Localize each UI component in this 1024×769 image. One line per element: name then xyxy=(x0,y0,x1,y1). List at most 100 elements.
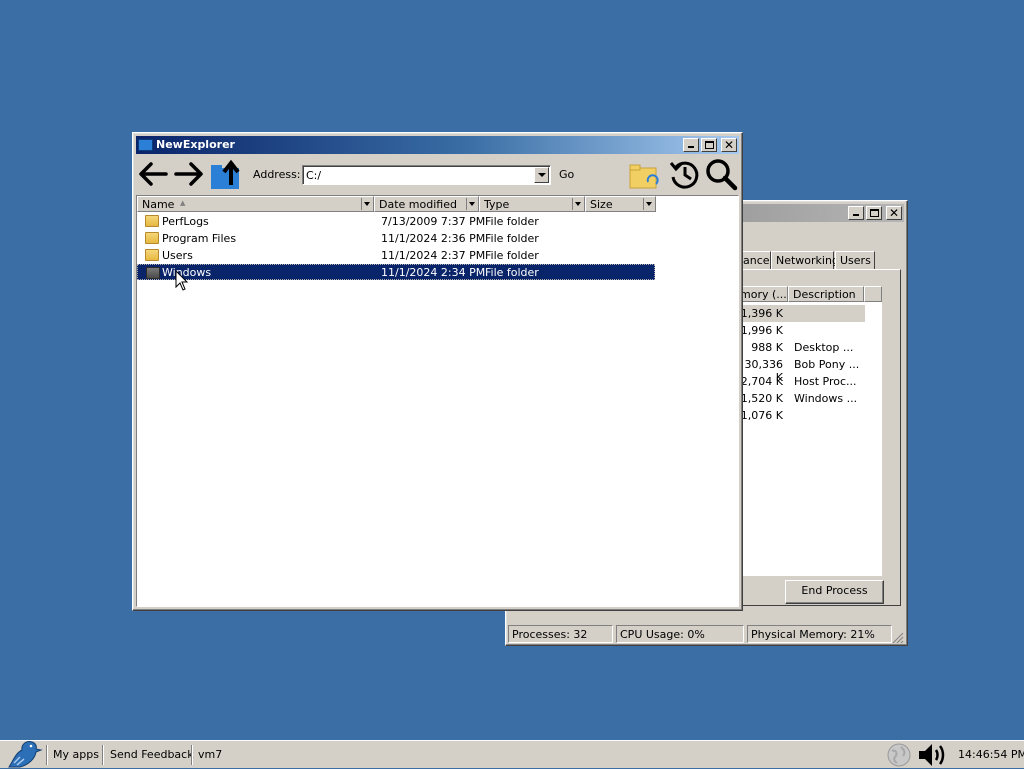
history-icon[interactable] xyxy=(668,157,702,191)
file-row[interactable]: Program Files 11/1/2024 2:36 PM File fol… xyxy=(137,230,655,246)
column-type[interactable]: Type xyxy=(479,196,585,212)
file-list[interactable]: Name ▲ Date modified Type Size PerfLogs … xyxy=(136,195,739,607)
process-row[interactable]: 1,076 K xyxy=(740,407,865,424)
file-date: 7/13/2009 7:37 PM xyxy=(381,215,486,228)
tab-label: ance xyxy=(743,254,770,267)
end-process-button[interactable]: End Process xyxy=(785,580,884,604)
folder-icon xyxy=(145,232,159,244)
end-process-label: End Process xyxy=(801,584,868,597)
minimize-button[interactable] xyxy=(683,138,699,152)
tab-users[interactable]: Users xyxy=(835,251,875,269)
process-row[interactable]: 2,704 K Host Proc... xyxy=(740,373,865,390)
process-description: Host Proc... xyxy=(794,375,857,388)
address-dropdown-button[interactable] xyxy=(534,167,549,183)
column-type-label: Type xyxy=(484,198,510,211)
maximize-icon xyxy=(870,209,879,217)
maximize-button[interactable] xyxy=(866,206,882,220)
column-date-dropdown[interactable] xyxy=(466,198,477,210)
file-date: 11/1/2024 2:37 PM xyxy=(381,249,486,262)
process-memory: 1,996 K xyxy=(740,324,783,337)
sort-ascending-icon: ▲ xyxy=(180,199,186,207)
column-description[interactable]: Description xyxy=(788,286,864,302)
process-row[interactable]: 1,996 K xyxy=(740,322,865,339)
file-date: 11/1/2024 2:34 PM xyxy=(381,266,486,279)
bird-logo-icon[interactable] xyxy=(6,739,44,769)
process-memory: 988 K xyxy=(751,341,783,354)
file-type: File folder xyxy=(485,215,539,228)
explorer-toolbar: Address: C:/ Go xyxy=(136,155,739,195)
status-processes-text: Processes: 32 xyxy=(512,628,588,641)
file-name: PerfLogs xyxy=(162,215,209,228)
column-size[interactable]: Size xyxy=(585,196,656,212)
close-button[interactable]: ✕ xyxy=(721,138,737,152)
file-row-selected[interactable]: Windows 11/1/2024 2:34 PM File folder xyxy=(137,264,655,280)
process-row[interactable]: 1,396 K xyxy=(740,305,865,322)
folder-icon xyxy=(146,267,160,279)
file-name: Program Files xyxy=(162,232,237,245)
maximize-icon xyxy=(705,141,714,149)
column-name[interactable]: Name ▲ xyxy=(137,196,374,212)
explorer-window[interactable]: NewExplorer ✕ Address: C:/ Go Name ▲ Dat… xyxy=(132,132,743,611)
column-name-dropdown[interactable] xyxy=(361,198,372,210)
process-memory: 1,396 K xyxy=(740,307,783,320)
minimize-icon xyxy=(688,146,694,148)
tab-networking[interactable]: Networking xyxy=(771,251,839,269)
column-filler xyxy=(864,286,882,302)
process-list[interactable]: mory (... Description 1,396 K 1,996 K 98… xyxy=(739,286,882,576)
column-memory[interactable]: mory (... xyxy=(739,286,788,302)
address-value: C:/ xyxy=(306,169,322,182)
network-globe-icon[interactable] xyxy=(886,742,912,768)
address-input[interactable]: C:/ xyxy=(302,165,551,185)
folder-icon xyxy=(138,139,153,151)
search-icon[interactable] xyxy=(704,157,738,191)
resize-grip-icon[interactable] xyxy=(892,632,904,644)
status-cpu-text: CPU Usage: 0% xyxy=(620,628,705,641)
tm-status-bar: Processes: 32 CPU Usage: 0% Physical Mem… xyxy=(508,625,904,644)
file-row[interactable]: Users 11/1/2024 2:37 PM File folder xyxy=(137,247,655,263)
status-memory-text: Physical Memory: 21% xyxy=(751,628,875,641)
column-date-modified[interactable]: Date modified xyxy=(374,196,479,212)
folder-up-icon[interactable] xyxy=(209,157,243,191)
explorer-titlebar[interactable]: NewExplorer ✕ xyxy=(136,136,739,154)
file-row[interactable]: PerfLogs 7/13/2009 7:37 PM File folder xyxy=(137,213,655,229)
column-size-label: Size xyxy=(590,198,613,211)
go-button[interactable]: Go xyxy=(559,168,574,181)
clock[interactable]: 14:46:54 PM xyxy=(958,748,1024,761)
close-button[interactable]: ✕ xyxy=(886,206,902,220)
taskbar-separator xyxy=(46,745,48,765)
tm-processes-panel: mory (... Description 1,396 K 1,996 K 98… xyxy=(738,269,901,606)
column-name-label: Name xyxy=(142,198,175,211)
status-processes: Processes: 32 xyxy=(508,625,613,643)
taskbar-item-send-feedback[interactable]: Send Feedback xyxy=(110,748,194,761)
process-description: Desktop ... xyxy=(794,341,854,354)
process-memory: 1,076 K xyxy=(740,409,783,422)
column-type-dropdown[interactable] xyxy=(572,198,583,210)
process-description: Windows ... xyxy=(794,392,858,405)
folder-sync-icon[interactable] xyxy=(628,160,662,194)
process-row[interactable]: 30,336 K Bob Pony ... xyxy=(740,356,865,384)
volume-icon[interactable] xyxy=(917,741,949,769)
file-type: File folder xyxy=(485,232,539,245)
taskbar-separator xyxy=(102,745,104,765)
column-date-label: Date modified xyxy=(379,198,457,211)
taskbar-item-my-apps[interactable]: My apps xyxy=(53,748,99,761)
mouse-cursor-icon xyxy=(175,270,189,291)
arrow-left-icon[interactable] xyxy=(136,157,170,191)
process-row[interactable]: 1,520 K Windows ... xyxy=(740,390,865,407)
status-cpu: CPU Usage: 0% xyxy=(616,625,744,643)
taskbar: My apps Send Feedback vm7 14:46:54 PM xyxy=(0,740,1024,768)
tm-tab-strip: ance Networking Users xyxy=(738,251,908,271)
column-memory-label: mory (... xyxy=(740,288,787,301)
file-date: 11/1/2024 2:36 PM xyxy=(381,232,486,245)
close-icon: ✕ xyxy=(888,206,900,220)
maximize-button[interactable] xyxy=(701,138,717,152)
minimize-button[interactable] xyxy=(848,206,864,220)
window-title: NewExplorer xyxy=(156,138,235,151)
process-row[interactable]: 988 K Desktop ... xyxy=(740,339,865,356)
arrow-right-icon[interactable] xyxy=(172,157,206,191)
taskbar-item-vm7[interactable]: vm7 xyxy=(198,748,222,761)
column-size-dropdown[interactable] xyxy=(643,198,654,210)
folder-icon xyxy=(145,249,159,261)
status-memory: Physical Memory: 21% xyxy=(747,625,892,643)
minimize-icon xyxy=(853,214,859,216)
